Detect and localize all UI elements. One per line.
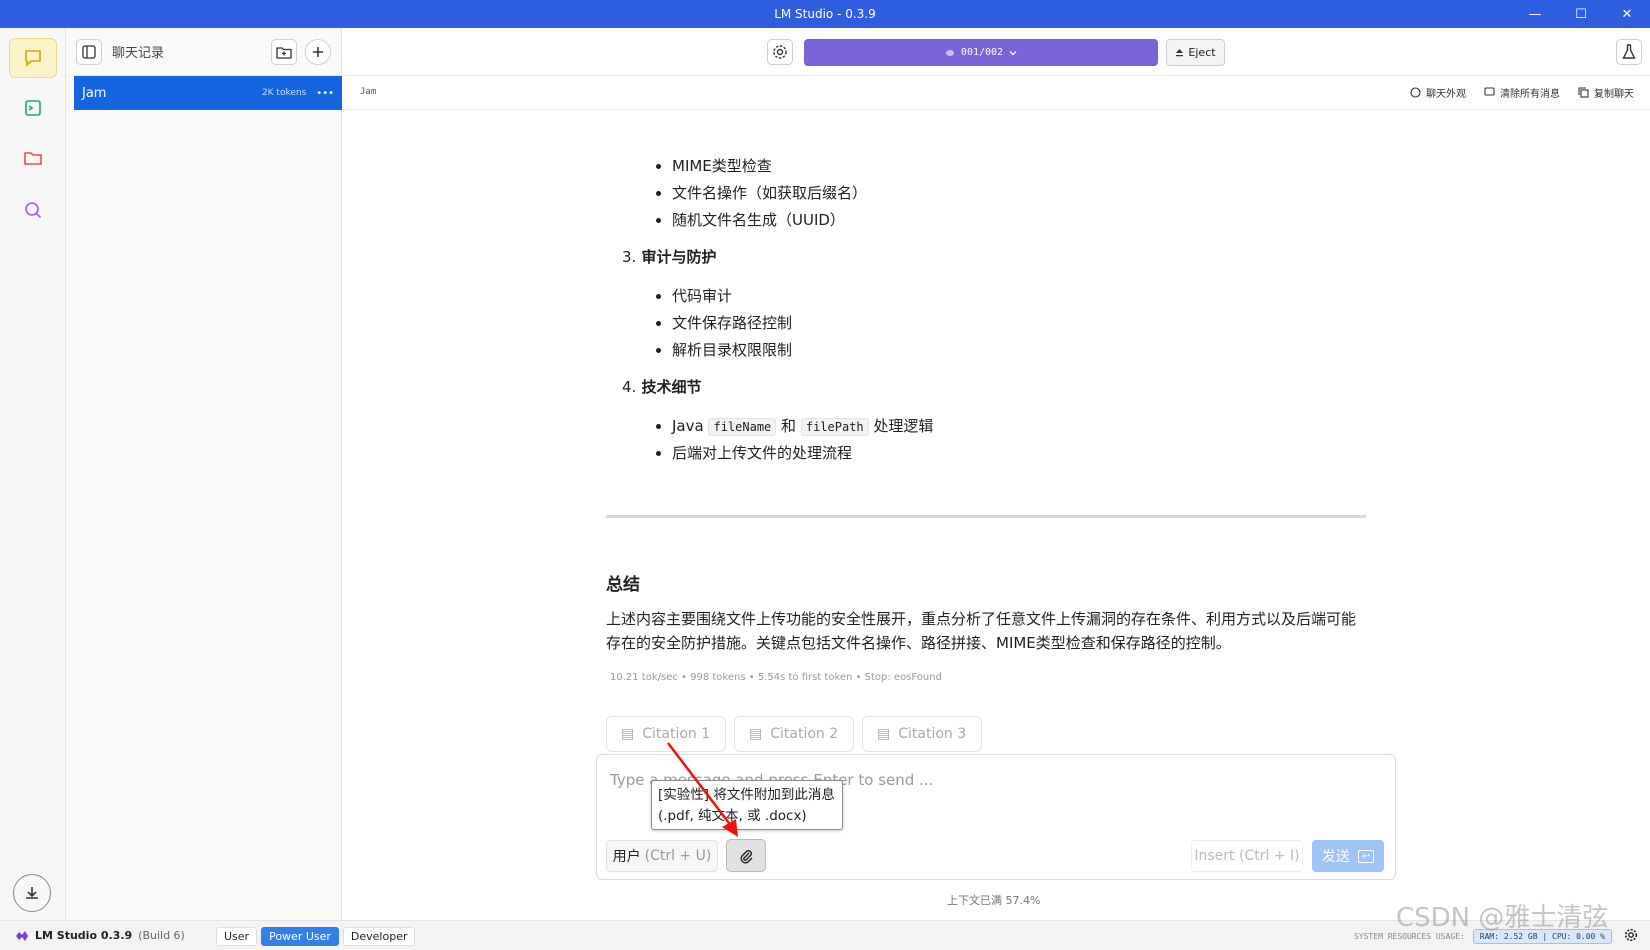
list-item: 文件名操作（如获取后缀名）	[672, 180, 1366, 207]
new-chat-button[interactable]	[305, 38, 331, 65]
insert-button[interactable]: Insert (Ctrl + I)	[1191, 840, 1303, 872]
section4-list: Java fileName 和 filePath 处理逻辑 后端对上传文件的处理…	[672, 413, 1366, 467]
chevron-down-icon	[1009, 50, 1017, 55]
mode-switch: User Power User Developer	[216, 927, 416, 946]
folder-icon	[24, 152, 42, 165]
list-item: 随机文件名生成（UUID）	[672, 207, 1366, 234]
summary-text: 上述内容主要围绕文件上传功能的安全性展开，重点分析了任意文件上传漏洞的存在条件、…	[606, 610, 1357, 652]
discover-nav-button[interactable]	[9, 190, 57, 230]
chat-list-item[interactable]: Jam 2K tokens •••	[74, 76, 342, 110]
context-usage: 上下文已满 57.4%	[947, 894, 1041, 907]
downloads-button[interactable]	[13, 874, 51, 912]
divider	[606, 515, 1366, 518]
chat-sidebar: 聊天记录 Jam 2K tokens •••	[66, 28, 342, 920]
clear-icon	[1484, 87, 1495, 96]
experiments-button[interactable]	[1616, 39, 1642, 65]
watermark: CSDN @雅士清弦	[1396, 903, 1609, 933]
section3-list: 代码审计 文件保存路径控制 解析目录权限限制	[672, 283, 1366, 364]
flask-icon	[1622, 44, 1636, 59]
eject-icon	[1176, 49, 1184, 57]
section-heading: 3. 审计与防护	[622, 248, 717, 266]
copy-icon	[1578, 87, 1589, 98]
clear-messages-label: 清除所有消息	[1500, 89, 1560, 100]
mode-user-button[interactable]: User	[216, 927, 258, 946]
minimize-button[interactable]: —	[1512, 0, 1558, 28]
maximize-button[interactable]: ☐	[1558, 0, 1604, 28]
eject-button[interactable]: Eject	[1166, 39, 1225, 66]
palette-icon	[1410, 87, 1421, 98]
chat-appearance-button[interactable]: 聊天外观	[1410, 85, 1466, 100]
chat-appearance-label: 聊天外观	[1426, 89, 1466, 100]
list-item: 代码审计	[672, 283, 1366, 310]
clear-messages-button[interactable]: 清除所有消息	[1484, 85, 1560, 100]
models-nav-button[interactable]	[9, 138, 57, 178]
generation-stats: 10.21 tok/sec • 998 tokens • 5.54s to fi…	[610, 672, 942, 683]
chat-header: Jam 聊天外观 清除所有消息 复制聊天	[342, 76, 1650, 110]
list-item: 文件保存路径控制	[672, 310, 1366, 337]
section-heading: 4. 技术细节	[622, 378, 702, 396]
list-item: Java fileName 和 filePath 处理逻辑	[672, 413, 1366, 440]
section2-list: MIME类型检查 文件名操作（如获取后缀名） 随机文件名生成（UUID）	[672, 153, 1366, 234]
list-item: 解析目录权限限制	[672, 337, 1366, 364]
inline-code: fileName	[708, 418, 777, 436]
nav-rail	[0, 28, 66, 920]
settings-button[interactable]	[767, 39, 793, 65]
enter-key-icon: ↩	[1357, 849, 1375, 863]
mode-developer-button[interactable]: Developer	[342, 927, 416, 946]
chat-name: Jam	[82, 85, 107, 101]
gear-icon	[1624, 928, 1638, 942]
eject-label: Eject	[1188, 46, 1216, 59]
model-icon	[945, 49, 954, 56]
download-icon	[26, 887, 38, 899]
toggle-sidebar-button[interactable]	[76, 38, 102, 65]
chat-nav-button[interactable]	[9, 38, 57, 78]
copy-chat-label: 复制聊天	[1594, 89, 1634, 100]
new-folder-button[interactable]	[271, 38, 297, 65]
sidebar-toggle-icon	[82, 44, 96, 59]
app-settings-button[interactable]	[1624, 928, 1638, 945]
assistant-message: MIME类型检查 文件名操作（如获取后缀名） 随机文件名生成（UUID） 3. …	[606, 110, 1366, 752]
annotation-arrow	[667, 742, 738, 837]
mode-power-user-button[interactable]: Power User	[261, 927, 339, 946]
developer-nav-button[interactable]	[9, 88, 57, 128]
citation-chip[interactable]: ▤ Citation 2	[734, 716, 854, 752]
lmstudio-logo-icon	[16, 930, 28, 941]
model-toolbar: 001/002 Eject	[342, 28, 1650, 76]
chat-menu-button[interactable]: •••	[316, 88, 334, 99]
inline-code: filePath	[800, 418, 869, 436]
plus-icon	[313, 46, 323, 57]
paperclip-icon	[740, 849, 753, 863]
chat-icon	[25, 50, 41, 67]
chat-token-count: 2K tokens	[261, 88, 307, 98]
close-button[interactable]: ✕	[1604, 0, 1650, 28]
gear-icon	[773, 45, 787, 59]
citation-chip[interactable]: ▤ Citation 3	[862, 716, 982, 752]
title-bar: LM Studio - 0.3.9 — ☐ ✕	[0, 0, 1650, 28]
send-button[interactable]: 发送 ↩	[1312, 840, 1384, 872]
document-icon: ▤	[749, 726, 763, 742]
chat-header-name: Jam	[360, 87, 377, 97]
search-icon	[25, 202, 42, 219]
terminal-icon	[25, 100, 41, 116]
app-brand: LM Studio 0.3.9 (Build 6)	[15, 929, 185, 942]
folder-plus-icon	[276, 46, 292, 59]
document-icon: ▤	[877, 726, 891, 742]
list-item: 后端对上传文件的处理流程	[672, 440, 1366, 467]
model-selector[interactable]: 001/002	[804, 39, 1158, 66]
window-title: LM Studio - 0.3.9	[774, 7, 876, 21]
document-icon: ▤	[621, 726, 635, 742]
model-selector-label: 001/002	[960, 47, 1004, 58]
list-item: MIME类型检查	[672, 153, 1366, 180]
sidebar-title: 聊天记录	[112, 46, 165, 61]
copy-chat-button[interactable]: 复制聊天	[1578, 85, 1634, 100]
summary-heading: 总结	[606, 575, 640, 595]
